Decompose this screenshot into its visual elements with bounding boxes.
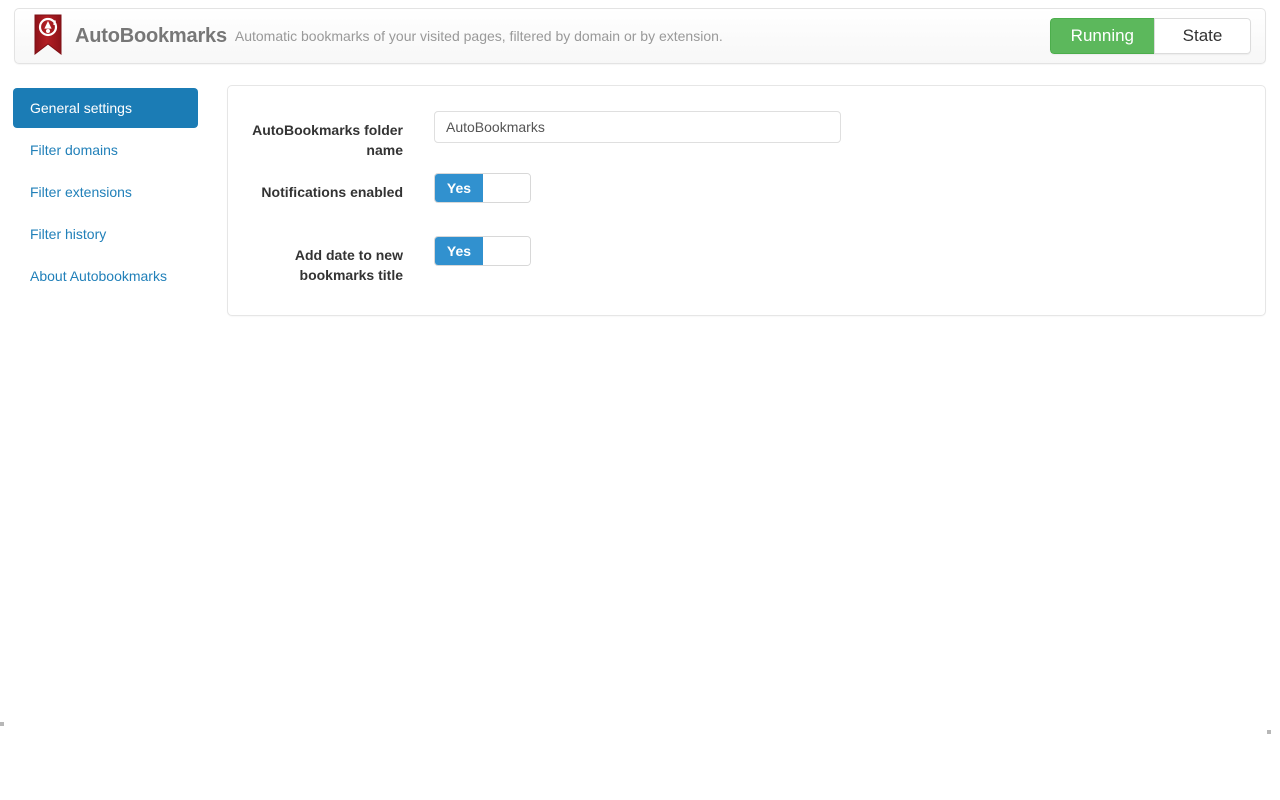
page-edge-mark-right xyxy=(1267,730,1271,734)
notifications-label: Notifications enabled xyxy=(261,184,403,200)
sidebar-nav: General settings Filter domains Filter e… xyxy=(13,88,198,298)
add-date-label: Add date to new bookmarks title xyxy=(294,247,403,283)
folder-name-input[interactable] xyxy=(434,111,841,143)
state-toggle-button[interactable]: State xyxy=(1154,18,1251,54)
bookmark-ribbon-icon xyxy=(33,14,63,56)
form-row-notifications: Notifications enabled Yes xyxy=(228,173,1265,203)
notifications-toggle-no[interactable] xyxy=(483,174,530,202)
sidebar-item-filter-history[interactable]: Filter history xyxy=(13,214,198,254)
app-subtitle: Automatic bookmarks of your visited page… xyxy=(234,28,723,44)
page-root: AutoBookmarks Automatic bookmarks of you… xyxy=(0,0,1280,800)
notifications-toggle-yes[interactable]: Yes xyxy=(435,174,483,202)
brand: AutoBookmarks Automatic bookmarks of you… xyxy=(33,9,723,63)
sidebar-item-about[interactable]: About Autobookmarks xyxy=(13,256,198,296)
general-settings-panel: AutoBookmarks folder name Notifications … xyxy=(227,85,1266,316)
form-row-add-date: Add date to new bookmarks title Yes xyxy=(228,236,1265,285)
sidebar-item-filter-domains[interactable]: Filter domains xyxy=(13,130,198,170)
add-date-toggle-yes[interactable]: Yes xyxy=(435,237,483,265)
running-status-button[interactable]: Running xyxy=(1049,18,1154,54)
folder-name-control xyxy=(434,111,841,143)
state-button-group[interactable]: Running State xyxy=(1049,18,1251,54)
form-row-folder-name: AutoBookmarks folder name xyxy=(228,111,1265,160)
folder-name-label: AutoBookmarks folder name xyxy=(252,122,403,158)
page-edge-mark-left xyxy=(0,722,4,726)
add-date-toggle-no[interactable] xyxy=(483,237,530,265)
app-title: AutoBookmarks xyxy=(75,24,227,47)
header-panel: AutoBookmarks Automatic bookmarks of you… xyxy=(14,8,1266,64)
notifications-toggle[interactable]: Yes xyxy=(434,173,531,203)
notifications-control: Yes xyxy=(434,173,531,203)
sidebar-item-general-settings[interactable]: General settings xyxy=(13,88,198,128)
sidebar-item-filter-extensions[interactable]: Filter extensions xyxy=(13,172,198,212)
add-date-toggle[interactable]: Yes xyxy=(434,236,531,266)
add-date-control: Yes xyxy=(434,236,531,266)
